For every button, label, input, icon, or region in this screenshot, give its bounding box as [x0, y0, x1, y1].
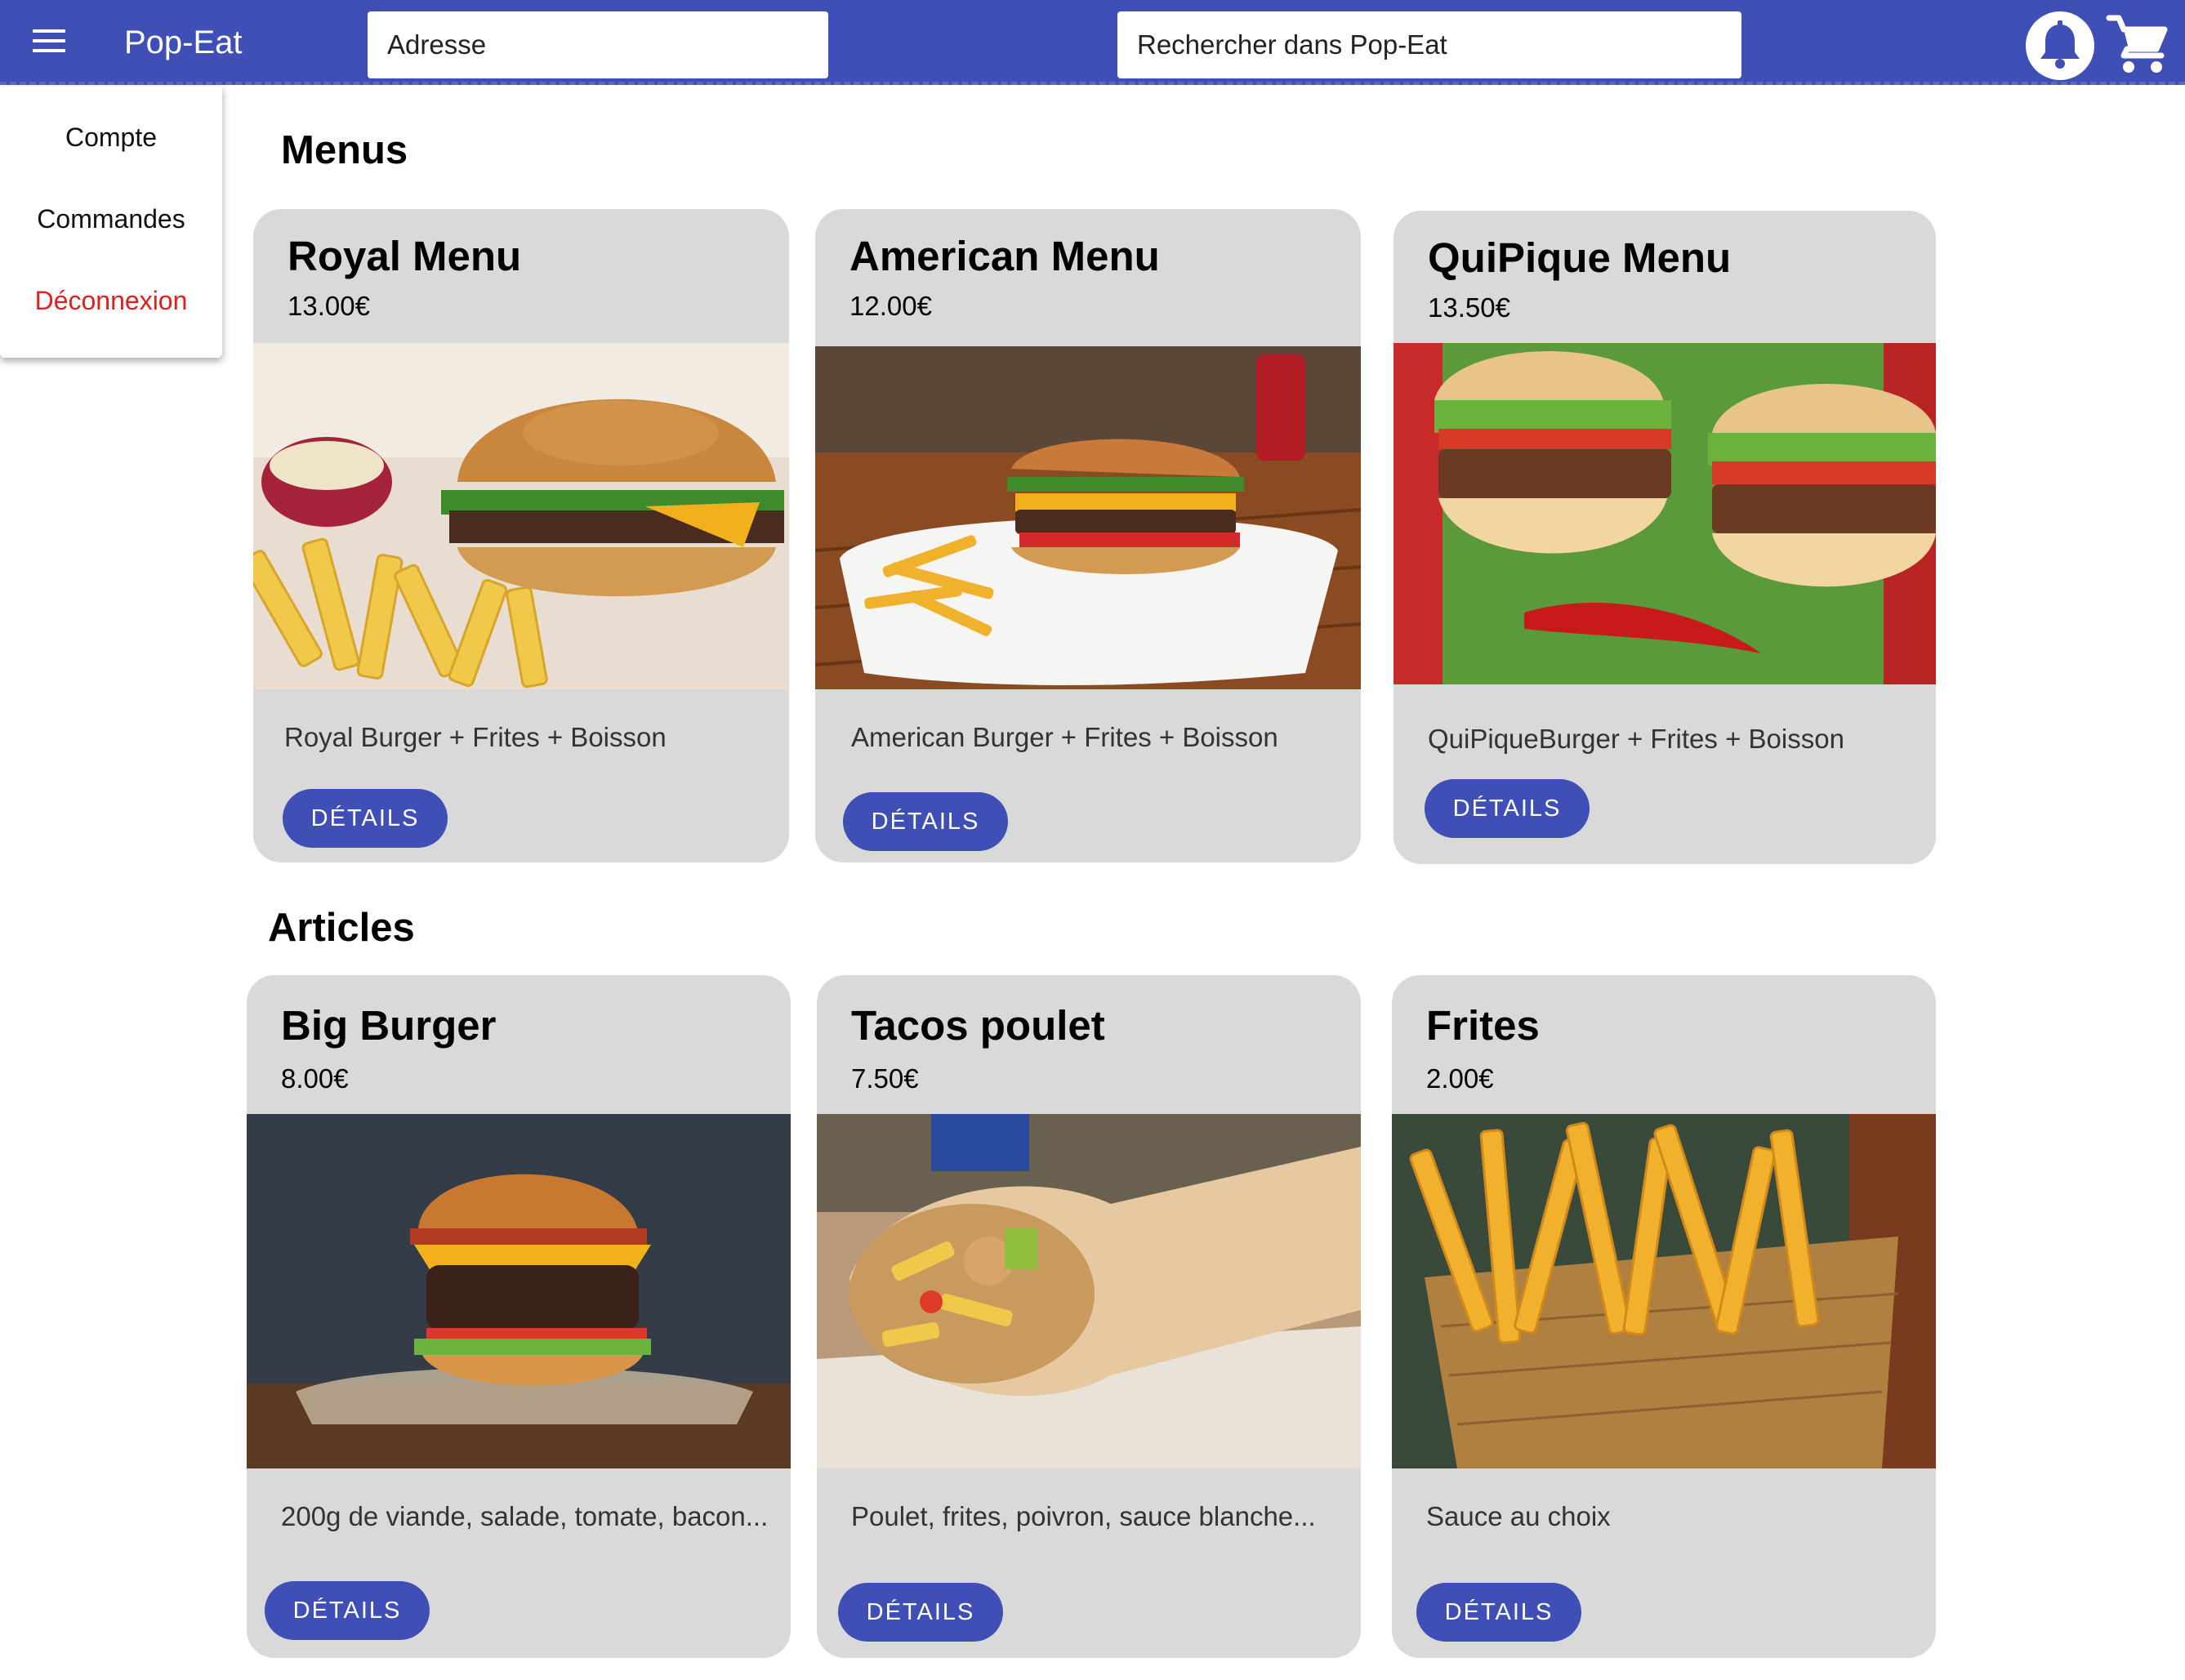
menu-card: Royal Menu 13.00€ Royal Burger + Frites …	[253, 209, 789, 862]
card-description: 200g de viande, salade, tomate, bacon...	[281, 1501, 769, 1531]
card-price: 13.50€	[1428, 292, 1510, 323]
article-card: Big Burger 8.00€ 200g de viande, salade,…	[247, 975, 791, 1658]
menus-section-title: Menus	[281, 128, 408, 172]
hamburger-menu-icon[interactable]	[33, 29, 65, 56]
dropdown-item-orders[interactable]: Commandes	[0, 204, 222, 234]
big-burger-photo	[247, 1114, 791, 1468]
card-title: Frites	[1426, 1002, 1540, 1049]
american-burger-plate-photo	[815, 346, 1361, 689]
card-price: 13.00€	[288, 291, 370, 321]
chicken-tacos-photo	[817, 1114, 1361, 1468]
search-input[interactable]	[1117, 11, 1741, 78]
card-price: 8.00€	[281, 1063, 349, 1094]
article-card: Tacos poulet 7.50€ Poulet, frites, poivr…	[817, 975, 1361, 1658]
details-button[interactable]: DÉTAILS	[1425, 779, 1590, 838]
shopping-cart-icon[interactable]	[2106, 11, 2171, 77]
details-button[interactable]: DÉTAILS	[283, 789, 448, 848]
card-description: Poulet, frites, poivron, sauce blanche..…	[851, 1501, 1316, 1531]
menu-card: American Menu 12.00€ American Burger + F…	[815, 209, 1361, 862]
card-description: QuiPiqueBurger + Frites + Boisson	[1428, 724, 1844, 754]
card-price: 2.00€	[1426, 1063, 1494, 1094]
card-description: Royal Burger + Frites + Boisson	[284, 722, 667, 752]
card-title: Tacos poulet	[851, 1002, 1105, 1049]
details-button[interactable]: DÉTAILS	[1416, 1583, 1581, 1642]
burger-fries-photo	[253, 343, 789, 689]
card-description: American Burger + Frites + Boisson	[851, 722, 1278, 752]
top-app-bar: Pop-Eat	[0, 0, 2185, 85]
details-button[interactable]: DÉTAILS	[838, 1583, 1003, 1642]
card-description: Sauce au choix	[1426, 1501, 1611, 1531]
two-burgers-chili-photo	[1393, 343, 1936, 684]
card-title: American Menu	[849, 233, 1160, 279]
card-title: Big Burger	[281, 1002, 497, 1049]
card-price: 12.00€	[849, 291, 932, 321]
card-title: QuiPique Menu	[1428, 234, 1732, 281]
details-button[interactable]: DÉTAILS	[265, 1581, 430, 1640]
details-button[interactable]: DÉTAILS	[843, 792, 1008, 851]
dropdown-item-account[interactable]: Compte	[0, 123, 222, 153]
fries-basket-photo	[1392, 1114, 1936, 1468]
card-price: 7.50€	[851, 1063, 919, 1094]
menu-card: QuiPique Menu 13.50€ QuiPiqueBurger + Fr…	[1393, 211, 1936, 864]
app-title: Pop-Eat	[124, 25, 243, 60]
dropdown-item-logout[interactable]: Déconnexion	[0, 286, 222, 316]
account-dropdown-menu: Compte Commandes Déconnexion	[0, 87, 222, 358]
articles-section-title: Articles	[268, 906, 415, 950]
notification-bell-icon[interactable]	[2026, 11, 2094, 80]
article-card: Frites 2.00€ Sauce au choix DÉTAILS	[1392, 975, 1936, 1658]
card-title: Royal Menu	[288, 233, 522, 279]
address-input[interactable]	[368, 11, 828, 78]
